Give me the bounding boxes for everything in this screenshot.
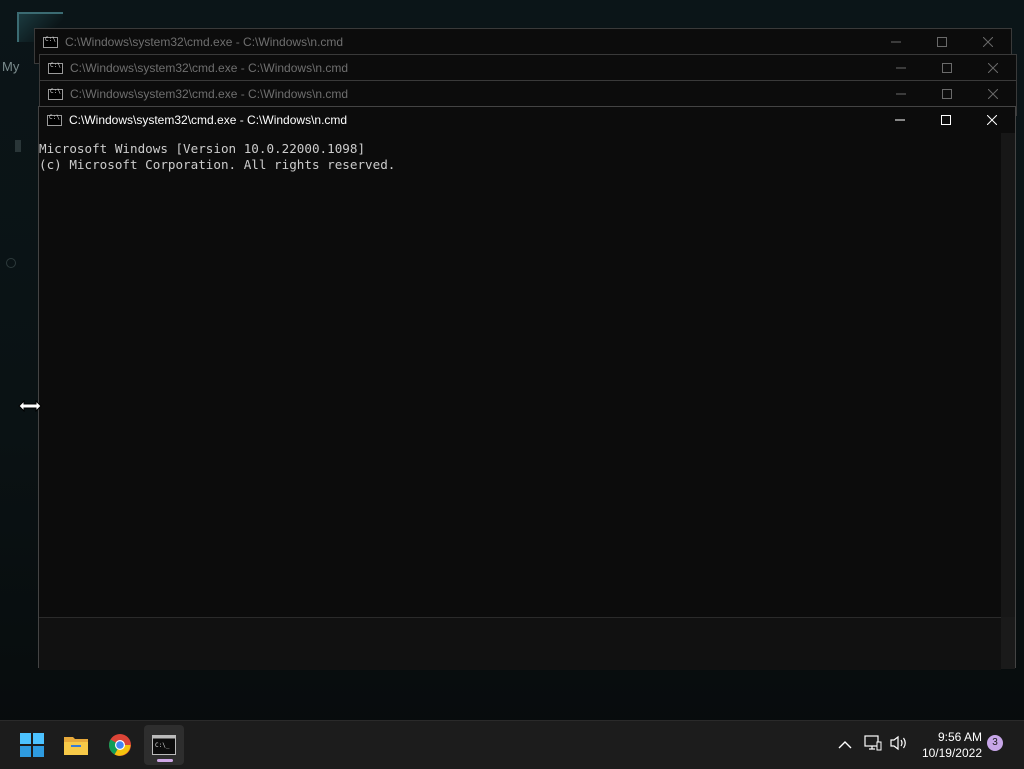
maximize-button[interactable] bbox=[924, 55, 970, 81]
resize-corner[interactable] bbox=[1001, 617, 1015, 669]
console-output[interactable]: Microsoft Windows [Version 10.0.22000.10… bbox=[39, 133, 1001, 617]
minimize-button[interactable] bbox=[877, 107, 923, 133]
start-button[interactable] bbox=[12, 725, 52, 765]
chrome-icon bbox=[109, 734, 131, 756]
window-title: C:\Windows\system32\cmd.exe - C:\Windows… bbox=[70, 87, 349, 101]
chrome-button[interactable] bbox=[100, 725, 140, 765]
close-button[interactable] bbox=[970, 81, 1016, 107]
file-explorer-button[interactable] bbox=[56, 725, 96, 765]
scrollbar[interactable] bbox=[1001, 133, 1015, 617]
cmd-icon bbox=[47, 114, 62, 126]
minimize-button[interactable] bbox=[873, 29, 919, 55]
show-hidden-icons-button[interactable] bbox=[838, 737, 852, 755]
title-bar[interactable]: C:\Windows\system32\cmd.exe - C:\Windows… bbox=[35, 29, 1011, 55]
window-title: C:\Windows\system32\cmd.exe - C:\Windows… bbox=[69, 113, 348, 127]
taskbar: C:\_ 9:56 AM 10/19/2022 bbox=[0, 720, 1024, 769]
notification-badge[interactable]: 3 bbox=[987, 735, 1003, 751]
cmd-window-active[interactable]: C:\Windows\system32\cmd.exe - C:\Windows… bbox=[38, 106, 1016, 670]
cmd-icon: C:\_ bbox=[152, 735, 176, 755]
network-icon bbox=[864, 735, 882, 751]
clock-date: 10/19/2022 bbox=[921, 746, 982, 760]
active-app-indicator bbox=[157, 759, 173, 762]
volume-icon bbox=[890, 735, 906, 751]
console-bottom-pane bbox=[39, 617, 1001, 670]
svg-text:C:\_: C:\_ bbox=[155, 742, 170, 749]
start-icon bbox=[20, 733, 44, 757]
cmd-icon bbox=[48, 88, 63, 100]
desktop-icon-label: My bbox=[2, 59, 20, 74]
close-button[interactable] bbox=[969, 107, 1015, 133]
minimize-button[interactable] bbox=[878, 81, 924, 107]
maximize-button[interactable] bbox=[919, 29, 965, 55]
resize-cursor-icon bbox=[18, 400, 42, 412]
network-button[interactable] bbox=[864, 735, 882, 756]
title-bar[interactable]: C:\Windows\system32\cmd.exe - C:\Windows… bbox=[39, 107, 1015, 133]
cmd-icon bbox=[48, 62, 63, 74]
desktop-icon-fragment bbox=[6, 258, 16, 268]
chevron-up-icon bbox=[838, 741, 852, 749]
window-title: C:\Windows\system32\cmd.exe - C:\Windows… bbox=[65, 35, 344, 49]
clock[interactable]: 9:56 AM 10/19/2022 bbox=[922, 729, 982, 761]
console-line: (c) Microsoft Corporation. All rights re… bbox=[39, 157, 396, 172]
title-bar[interactable]: C:\Windows\system32\cmd.exe - C:\Windows… bbox=[40, 55, 1016, 81]
file-explorer-icon bbox=[64, 737, 88, 755]
clock-time: 9:56 AM bbox=[937, 730, 982, 744]
close-button[interactable] bbox=[970, 55, 1016, 81]
maximize-button[interactable] bbox=[924, 81, 970, 107]
console-line: Microsoft Windows [Version 10.0.22000.10… bbox=[39, 141, 366, 156]
minimize-button[interactable] bbox=[878, 55, 924, 81]
window-title: C:\Windows\system32\cmd.exe - C:\Windows… bbox=[70, 61, 349, 75]
title-bar[interactable]: C:\Windows\system32\cmd.exe - C:\Windows… bbox=[40, 81, 1016, 107]
maximize-button[interactable] bbox=[923, 107, 969, 133]
volume-button[interactable] bbox=[890, 735, 908, 756]
desktop-icon-fragment bbox=[15, 140, 21, 152]
close-button[interactable] bbox=[965, 29, 1011, 55]
cmd-icon bbox=[43, 36, 58, 48]
